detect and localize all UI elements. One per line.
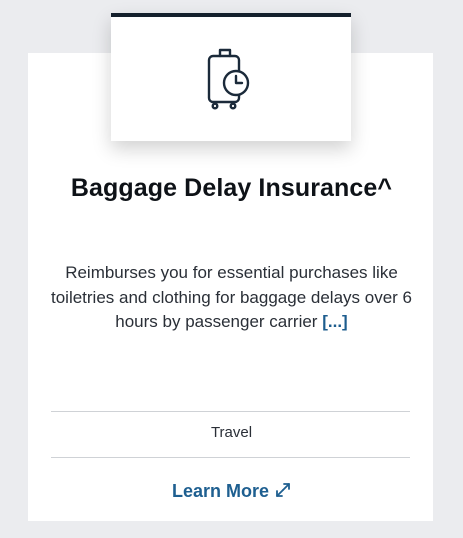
- description-text: Reimburses you for essential purchases l…: [50, 263, 412, 331]
- learn-more-link[interactable]: Learn More: [0, 481, 463, 503]
- icon-box: [111, 13, 351, 141]
- card-title: Baggage Delay Insurance^: [70, 174, 393, 202]
- external-link-icon: [275, 482, 291, 503]
- luggage-clock-icon: [207, 48, 250, 110]
- divider-bottom: [51, 457, 410, 458]
- category-label: Travel: [210, 424, 253, 441]
- read-more-link[interactable]: [...]: [322, 312, 348, 331]
- card-description: Reimburses you for essential purchases l…: [48, 261, 415, 335]
- learn-more-label: Learn More: [171, 481, 270, 501]
- divider-top: [51, 411, 410, 412]
